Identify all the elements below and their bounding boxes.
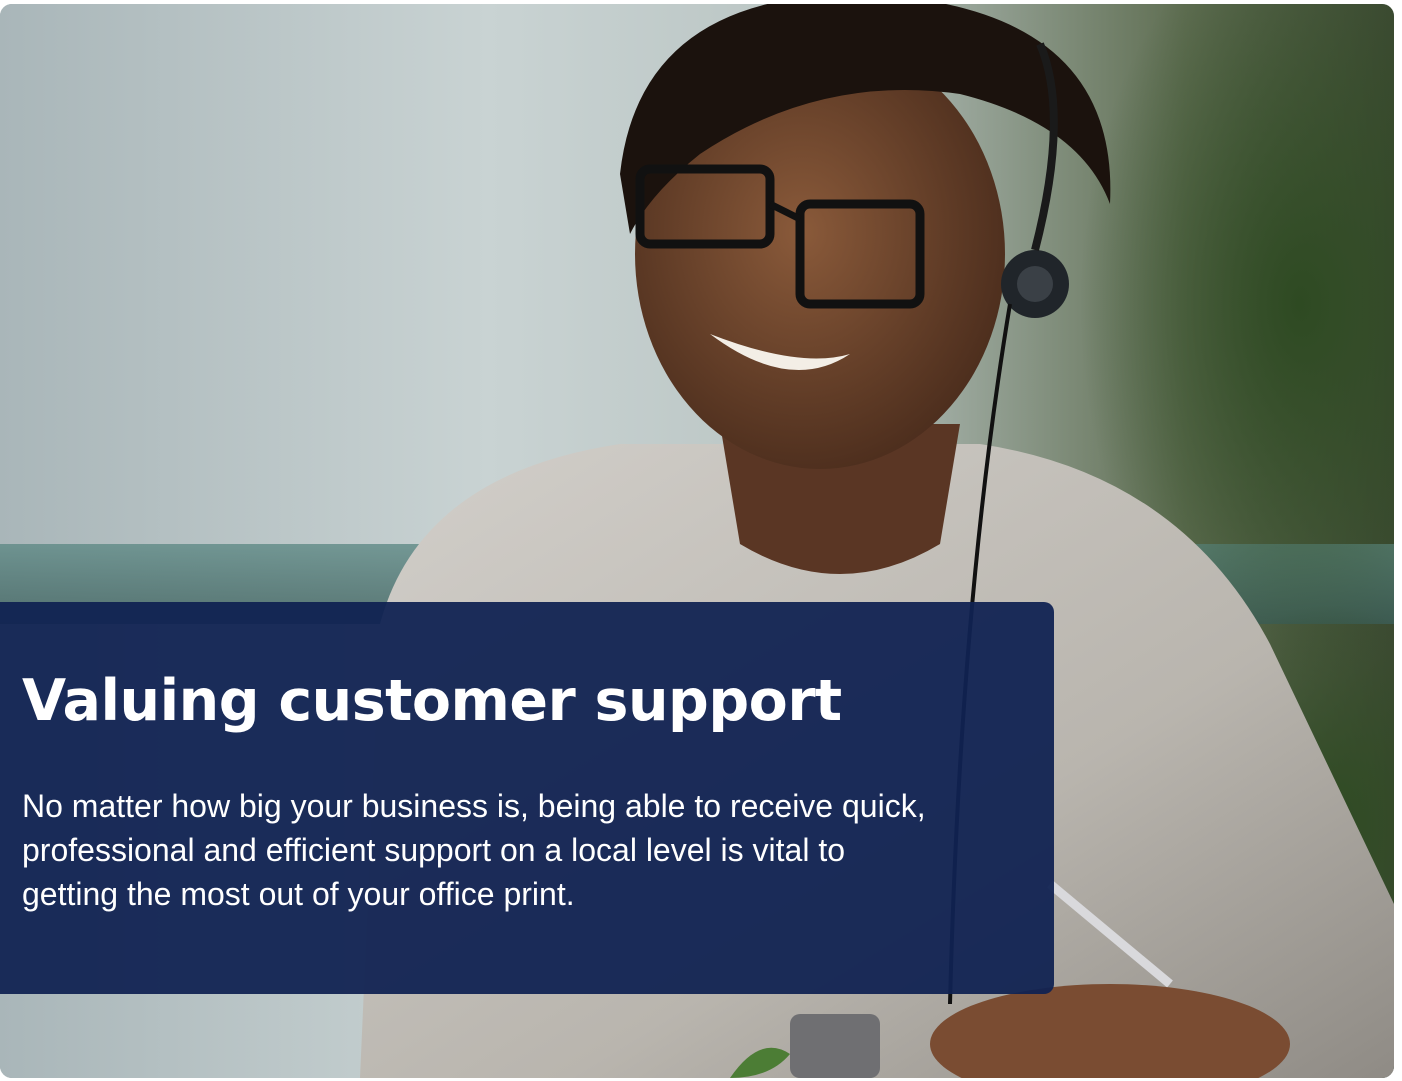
hero-card: Valuing customer support No matter how b… <box>0 4 1394 1078</box>
hero-text-panel: Valuing customer support No matter how b… <box>0 602 1054 994</box>
hero-description: No matter how big your business is, bein… <box>22 788 926 912</box>
hero-title: Valuing customer support <box>22 668 842 734</box>
